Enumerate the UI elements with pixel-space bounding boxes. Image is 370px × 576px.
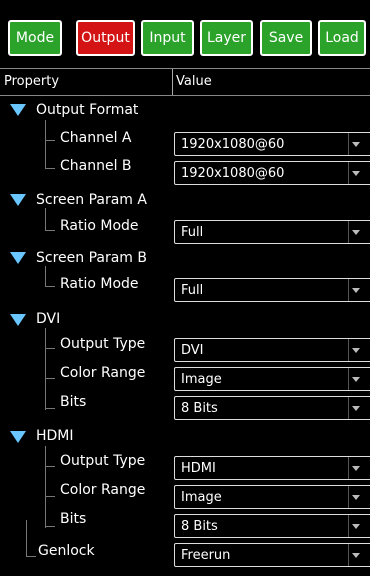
tree-line [45,266,46,286]
tree-line [45,328,46,410]
chevron-down-icon[interactable] [348,515,363,537]
chevron-down-icon[interactable] [348,339,363,361]
tree-branch [26,556,36,557]
hdmi-bits-value: 8 Bits [181,519,218,534]
output-format-group[interactable]: Output Format [36,102,370,130]
tree-branch [45,140,55,141]
chevron-down-icon[interactable] [348,279,363,301]
expand-triangle-icon[interactable] [10,314,26,326]
toolbar: Mode Output Input Layer Save Load [0,0,370,66]
output-button[interactable]: Output [76,20,135,56]
ratio-mode-b-value: Full [181,283,204,298]
dvi-group[interactable]: DVI [36,311,60,327]
chevron-down-icon[interactable] [348,544,363,566]
tree-line [26,520,27,556]
chevron-down-icon[interactable] [348,457,363,479]
genlock-label: Genlock [38,543,95,559]
value-column-header: Value [176,74,212,89]
chevron-down-icon[interactable] [348,486,363,508]
hdmi-group[interactable]: HDMI [36,428,74,444]
screen-param-b-group[interactable]: Screen Param B [36,250,147,266]
tree-branch [45,286,55,287]
save-button[interactable]: Save [260,20,312,56]
channel-b-select[interactable]: 1920x1080@60 [174,161,370,185]
property-table-header: Property Value [0,68,370,96]
channel-a-value: 1920x1080@60 [181,137,285,152]
tree-branch [45,378,55,379]
genlock-select[interactable]: Freerun [174,543,370,567]
dvi-output-type-label: Output Type [60,336,146,352]
ratio-mode-b-select[interactable]: Full [174,278,370,302]
dvi-color-range-select[interactable]: Image [174,367,370,391]
hdmi-color-range-select[interactable]: Image [174,485,370,509]
hdmi-output-type-select[interactable]: HDMI [174,456,370,480]
hdmi-output-type-label: Output Type [60,453,146,469]
chevron-down-icon[interactable] [348,162,363,184]
load-button[interactable]: Load [318,20,366,56]
chevron-down-icon[interactable] [348,397,363,419]
dvi-bits-value: 8 Bits [181,401,218,416]
genlock-value: Freerun [181,548,231,563]
hdmi-output-type-value: HDMI [181,461,216,476]
dvi-bits-select[interactable]: 8 Bits [174,396,370,420]
ratio-mode-a-value: Full [181,225,204,240]
hdmi-bits-select[interactable]: 8 Bits [174,514,370,538]
tree-branch [45,408,55,409]
ratio-mode-a-label: Ratio Mode [60,218,139,234]
hdmi-color-range-value: Image [181,490,222,505]
input-button[interactable]: Input [141,20,194,56]
tree-branch [45,348,55,349]
mode-button[interactable]: Mode [8,20,62,56]
ratio-mode-b-label: Ratio Mode [60,276,139,292]
channel-b-label: Channel B [60,158,132,174]
column-divider[interactable] [172,69,173,95]
dvi-bits-label: Bits [60,394,87,410]
tree-branch [45,230,55,231]
chevron-down-icon[interactable] [348,221,363,243]
ratio-mode-a-select[interactable]: Full [174,220,370,244]
channel-a-select[interactable]: 1920x1080@60 [174,132,370,156]
hdmi-bits-label: Bits [60,511,87,527]
channel-a-label: Channel A [60,130,132,146]
channel-b-value: 1920x1080@60 [181,166,285,181]
tree-branch [45,526,55,527]
tree-line [45,208,46,230]
chevron-down-icon[interactable] [348,133,363,155]
expand-triangle-icon[interactable] [10,431,26,443]
dvi-output-type-value: DVI [181,343,204,358]
tree-branch [45,466,55,467]
chevron-down-icon[interactable] [348,368,363,390]
expand-triangle-icon[interactable] [10,252,26,264]
dvi-output-type-select[interactable]: DVI [174,338,370,362]
hdmi-color-range-label: Color Range [60,482,146,498]
expand-triangle-icon[interactable] [10,104,26,116]
dvi-color-range-label: Color Range [60,365,146,381]
dvi-color-range-value: Image [181,372,222,387]
property-column-header: Property [4,74,60,89]
layer-button[interactable]: Layer [200,20,253,56]
tree-line [45,446,46,528]
tree-branch [45,496,55,497]
screen-param-a-group[interactable]: Screen Param A [36,192,147,208]
expand-triangle-icon[interactable] [10,194,26,206]
tree-branch [45,168,55,169]
